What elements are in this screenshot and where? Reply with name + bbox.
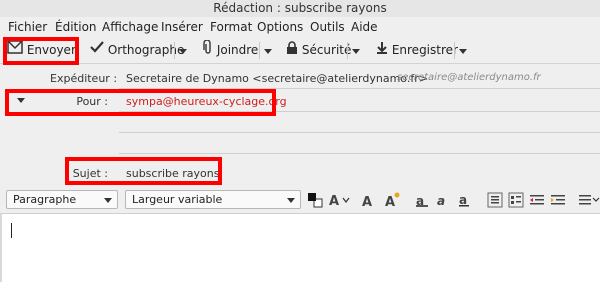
from-underline <box>119 88 600 89</box>
paragraph-format-select[interactable]: Paragraphe <box>6 190 118 209</box>
italic-icon[interactable]: a <box>436 192 452 208</box>
window-title: Rédaction : subscribe rayons <box>213 1 387 15</box>
outdent-icon[interactable] <box>529 192 545 208</box>
save-dropdown[interactable] <box>454 42 468 59</box>
svg-text:A: A <box>329 194 339 208</box>
font-family-select[interactable]: Largeur variable <box>125 190 301 209</box>
recipient-row-2[interactable] <box>119 132 600 133</box>
subject-label: Sujet : <box>72 167 108 180</box>
attach-button[interactable]: Joindre <box>203 39 258 61</box>
paperclip-icon <box>203 39 213 61</box>
window-titlebar: Rédaction : subscribe rayons <box>0 0 600 17</box>
bullet-list-icon[interactable] <box>487 192 503 208</box>
security-button[interactable]: Sécurité <box>286 40 351 61</box>
from-label: Expéditeur : <box>50 72 118 85</box>
numbered-list-icon[interactable] <box>508 192 524 208</box>
menu-aide[interactable]: Aide <box>351 19 378 35</box>
menu-options[interactable]: Options <box>257 19 303 35</box>
attach-dropdown[interactable] <box>259 42 273 59</box>
menu-edition[interactable]: Édition <box>55 19 97 35</box>
lock-icon <box>286 40 298 61</box>
menu-inserer[interactable]: Insérer <box>161 19 203 35</box>
security-dropdown[interactable] <box>347 42 361 59</box>
compose-headers: Expéditeur : Secretaire de Dynamo <secre… <box>0 64 600 186</box>
text-color-icon[interactable] <box>307 192 323 208</box>
svg-text:a: a <box>459 193 467 207</box>
svg-text:A: A <box>385 195 395 208</box>
chevron-down-icon <box>104 198 112 203</box>
smaller-font-icon[interactable]: A <box>361 192 377 210</box>
format-toolbar: Paragraphe Largeur variable A A A a a a <box>0 186 600 214</box>
menu-outils[interactable]: Outils <box>310 19 345 35</box>
compose-toolbar: Envoyer Orthographe Joindre Sécurité Enr… <box>0 37 600 64</box>
send-button[interactable]: Envoyer <box>7 40 76 61</box>
svg-text:A: A <box>362 195 372 208</box>
chevron-down-icon <box>287 198 295 203</box>
spelling-dropdown[interactable] <box>174 42 188 59</box>
indent-icon[interactable] <box>550 192 566 208</box>
from-identity: secretaire@atelierdynamo.fr <box>397 72 541 83</box>
larger-font-icon[interactable]: A <box>384 192 400 210</box>
save-button[interactable]: Enregistrer <box>376 40 458 61</box>
save-icon <box>376 40 388 61</box>
menu-format[interactable]: Format <box>210 19 252 35</box>
underline-icon[interactable]: a <box>457 192 473 208</box>
spellcheck-icon <box>90 40 104 61</box>
subject-input[interactable]: subscribe rayons <box>126 167 220 180</box>
font-size-icon[interactable]: A <box>329 192 355 209</box>
recipient-row-3[interactable] <box>119 153 600 154</box>
svg-text:a: a <box>437 194 445 208</box>
message-body-editor[interactable] <box>0 214 600 282</box>
to-input[interactable]: sympa@heureux-cyclage.org <box>126 95 287 108</box>
from-select[interactable]: Secretaire de Dynamo <secretaire@atelier… <box>126 72 428 85</box>
bold-icon[interactable]: a <box>415 192 431 208</box>
to-underline <box>119 111 600 112</box>
menu-bar: Fichier Édition Affichage Insérer Format… <box>0 17 600 37</box>
menu-affichage[interactable]: Affichage <box>102 19 158 35</box>
menu-fichier[interactable]: Fichier <box>8 19 47 35</box>
list-icon[interactable] <box>578 192 600 208</box>
chevron-down-icon[interactable] <box>17 98 25 103</box>
spelling-button[interactable]: Orthographe <box>90 40 184 61</box>
send-icon <box>7 40 23 61</box>
to-label[interactable]: Pour : <box>60 95 108 108</box>
text-caret <box>11 223 12 238</box>
